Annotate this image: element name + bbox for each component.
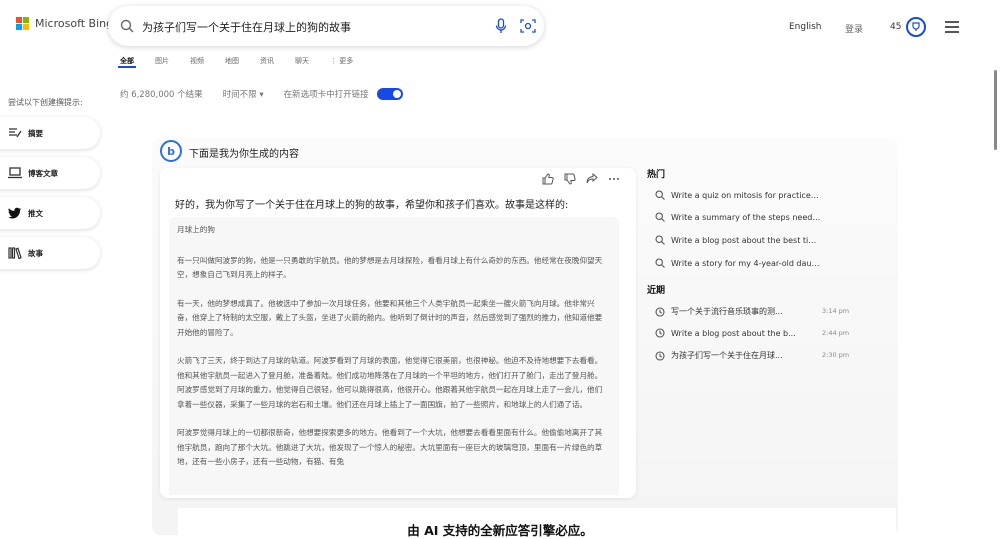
popular-title: 热门 xyxy=(647,170,666,180)
active-tab-indicator xyxy=(118,66,136,68)
recent-item[interactable]: Write a blog post about the b... xyxy=(655,328,816,338)
recent-time: 2:30 pm xyxy=(822,351,850,359)
prompt-chip-tweet[interactable]: 推文 xyxy=(0,197,100,229)
generated-label: 下面是我为你生成的内容 xyxy=(189,149,299,160)
tab-news[interactable]: 资讯 xyxy=(260,56,274,66)
story-title: 月球上的狗 xyxy=(177,225,215,234)
brand-name: Microsoft Bing xyxy=(35,17,114,30)
new-tab-toggle[interactable] xyxy=(376,88,403,100)
results-bar: 约 6,280,000 个结果 时间不限 ▾ 在新选项卡中打开链接 xyxy=(120,88,423,100)
reward-count: 45 xyxy=(890,22,902,32)
prompt-chip-blog[interactable]: 博客文章 xyxy=(0,157,100,189)
history-icon xyxy=(655,328,665,338)
story-block: 月球上的狗 有一只叫做阿波罗的狗，他是一只勇敢的宇航员。他的梦想是去月球探险，看… xyxy=(169,217,619,495)
prompt-chip-story[interactable]: 故事 xyxy=(0,237,100,269)
tab-more[interactable]: ⋮ 更多 xyxy=(330,56,353,66)
prompt-chip-summary[interactable]: 摘要 xyxy=(0,117,100,149)
search-box[interactable]: 为孩子们写一个关于住在月球上的狗的故事 xyxy=(108,6,544,46)
story-fade xyxy=(169,470,619,495)
thumbs-down-icon[interactable] xyxy=(564,173,576,185)
microphone-icon[interactable] xyxy=(494,18,508,34)
recent-time: 2:44 pm xyxy=(822,329,850,337)
search-icon xyxy=(655,190,665,200)
page-scrollbar[interactable] xyxy=(994,70,997,150)
share-icon[interactable] xyxy=(586,173,598,185)
story-paragraph: 火箭飞了三天，终于到达了月球的轨道。阿波罗看到了月球的表面，他觉得它很美丽，也很… xyxy=(177,356,603,409)
tab-chat[interactable]: 聊天 xyxy=(295,56,309,66)
tab-all[interactable]: 全部 xyxy=(120,56,134,66)
popular-item[interactable]: Write a summary of the steps needed to s… xyxy=(655,212,821,222)
answer-intro: 好的，我为你写了一个关于住在月球上的狗的故事，希望你和孩子们喜欢。故事是这样的: xyxy=(175,200,569,211)
popular-item[interactable]: Write a quiz on mitosis for practice. Pr… xyxy=(655,190,821,200)
recent-item[interactable]: 写一个关于流行音乐琐事的测... xyxy=(655,306,816,317)
new-tab-label: 在新选项卡中打开链接 xyxy=(283,90,369,100)
hamburger-menu-icon[interactable] xyxy=(945,21,959,36)
search-tabs: 全部 图片 视频 地图 资讯 聊天 ⋮ 更多 xyxy=(120,56,374,66)
prompt-suggestions-title: 尝试以下创建撰提示: xyxy=(8,98,83,107)
answer-actions xyxy=(542,173,620,185)
popular-item[interactable]: Write a blog post about the best tips an… xyxy=(655,235,821,245)
laptop-icon xyxy=(8,167,22,179)
microsoft-logo-icon xyxy=(16,17,29,30)
recent-item[interactable]: 为孩子们写一个关于住在月球... xyxy=(655,350,816,361)
recent-title: 近期 xyxy=(647,286,666,296)
bing-chat-icon: b xyxy=(160,140,182,162)
visual-search-icon[interactable] xyxy=(520,18,536,34)
results-count: 约 6,280,000 个结果 xyxy=(120,90,203,100)
login-link[interactable]: 登录 xyxy=(845,22,863,35)
rewards-button[interactable]: 45 xyxy=(890,17,927,37)
tab-videos[interactable]: 视频 xyxy=(190,56,204,66)
tagline: 由 AI 支持的全新应答引擎必应。 xyxy=(407,523,593,538)
history-icon xyxy=(655,306,665,317)
history-icon xyxy=(655,350,665,361)
twitter-icon xyxy=(8,207,21,219)
popular-item[interactable]: Write a story for my 4-year-old daughter… xyxy=(655,258,821,268)
bing-logo[interactable]: Microsoft Bing xyxy=(16,17,113,30)
story-paragraph: 有一只叫做阿波罗的狗，他是一只勇敢的宇航员。他的梦想是去月球探险，看看月球上有什… xyxy=(177,255,603,280)
story-paragraph: 阿波罗觉得月球上的一切都很新奇，他想要探索更多的地方。他看到了一个大坑，他想要去… xyxy=(177,428,603,466)
thumbs-up-icon[interactable] xyxy=(542,173,554,185)
more-options-icon[interactable] xyxy=(608,173,620,185)
recent-time: 3:14 pm xyxy=(822,307,850,315)
summary-icon xyxy=(9,128,22,138)
story-paragraph: 有一天，他的梦想成真了。他被选中了参加一次月球任务，他要和其他三个人类宇航员一起… xyxy=(177,298,603,337)
search-icon xyxy=(655,258,665,268)
language-link[interactable]: English xyxy=(789,22,822,32)
trophy-icon xyxy=(906,17,927,37)
search-input[interactable]: 为孩子们写一个关于住在月球上的狗的故事 xyxy=(142,19,351,35)
search-icon xyxy=(120,19,134,33)
time-filter[interactable]: 时间不限 ▾ xyxy=(223,88,264,100)
tab-maps[interactable]: 地图 xyxy=(225,56,239,66)
search-icon xyxy=(655,235,665,245)
books-icon xyxy=(8,247,22,259)
search-icon xyxy=(655,212,665,222)
tab-images[interactable]: 图片 xyxy=(155,56,169,66)
